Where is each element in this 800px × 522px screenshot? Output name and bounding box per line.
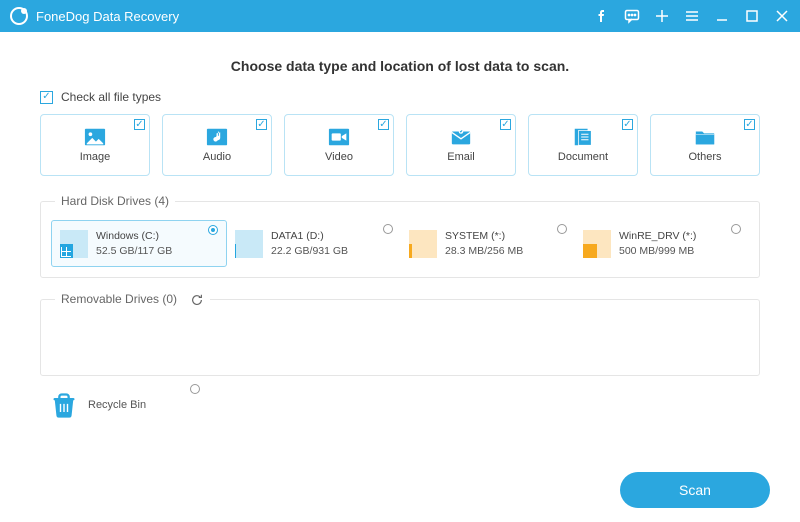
type-label-video: Video — [325, 151, 353, 163]
feedback-icon[interactable] — [624, 8, 640, 24]
drive-windows-c-[interactable]: Windows (C:)52.5 GB/117 GB — [51, 220, 227, 267]
type-card-image[interactable]: Image — [40, 114, 150, 176]
removable-empty — [51, 319, 749, 365]
type-card-audio[interactable]: Audio — [162, 114, 272, 176]
main-content: Choose data type and location of lost da… — [0, 32, 800, 420]
type-label-image: Image — [80, 151, 111, 163]
type-card-email[interactable]: Email — [406, 114, 516, 176]
drive-text: SYSTEM (*:)28.3 MB/256 MB — [445, 229, 523, 258]
recycle-radio[interactable] — [190, 384, 200, 394]
titlebar-controls — [594, 8, 790, 24]
type-checkbox-email[interactable] — [500, 119, 511, 130]
drive-text: DATA1 (D:)22.2 GB/931 GB — [271, 229, 348, 258]
removable-title: Removable Drives (0) — [61, 292, 177, 306]
type-label-email: Email — [447, 151, 475, 163]
type-label-document: Document — [558, 151, 608, 163]
disk-icon — [235, 230, 263, 258]
drive-radio[interactable] — [383, 224, 393, 234]
removable-section: Removable Drives (0) — [40, 292, 760, 376]
menu-icon[interactable] — [684, 8, 700, 24]
drive-text: WinRE_DRV (*:)500 MB/999 MB — [619, 229, 696, 258]
recycle-bin-option[interactable]: Recycle Bin — [50, 390, 200, 420]
check-all-checkbox[interactable] — [40, 91, 53, 104]
hdd-section: Hard Disk Drives (4) Windows (C:)52.5 GB… — [40, 194, 760, 278]
scan-button[interactable]: Scan — [620, 472, 770, 508]
check-all-row[interactable]: Check all file types — [40, 90, 760, 104]
refresh-icon[interactable] — [190, 293, 204, 307]
recycle-label: Recycle Bin — [88, 399, 146, 411]
disk-icon — [60, 230, 88, 258]
titlebar-left: FoneDog Data Recovery — [10, 7, 179, 25]
drive-text: Windows (C:)52.5 GB/117 GB — [96, 229, 172, 258]
drive-system-[interactable]: SYSTEM (*:)28.3 MB/256 MB — [401, 220, 575, 267]
app-logo-icon — [10, 7, 28, 25]
disk-icon — [583, 230, 611, 258]
type-checkbox-video[interactable] — [378, 119, 389, 130]
file-type-row: Image Audio Video Email Document Others — [40, 114, 760, 176]
type-checkbox-audio[interactable] — [256, 119, 267, 130]
type-checkbox-image[interactable] — [134, 119, 145, 130]
maximize-icon[interactable] — [744, 8, 760, 24]
drive-row: Windows (C:)52.5 GB/117 GB DATA1 (D:)22.2… — [51, 220, 749, 267]
drive-radio[interactable] — [208, 225, 218, 235]
type-checkbox-document[interactable] — [622, 119, 633, 130]
drive-data1-d-[interactable]: DATA1 (D:)22.2 GB/931 GB — [227, 220, 401, 267]
type-card-others[interactable]: Others — [650, 114, 760, 176]
drive-radio[interactable] — [557, 224, 567, 234]
facebook-icon[interactable] — [594, 8, 610, 24]
minimize-icon[interactable] — [714, 8, 730, 24]
check-all-label: Check all file types — [61, 90, 161, 104]
titlebar: FoneDog Data Recovery — [0, 0, 800, 32]
type-label-audio: Audio — [203, 151, 231, 163]
drive-winre-drv-[interactable]: WinRE_DRV (*:)500 MB/999 MB — [575, 220, 749, 267]
type-checkbox-others[interactable] — [744, 119, 755, 130]
plus-icon[interactable] — [654, 8, 670, 24]
page-heading: Choose data type and location of lost da… — [40, 58, 760, 74]
type-card-document[interactable]: Document — [528, 114, 638, 176]
type-card-video[interactable]: Video — [284, 114, 394, 176]
app-title: FoneDog Data Recovery — [36, 9, 179, 24]
drive-radio[interactable] — [731, 224, 741, 234]
type-label-others: Others — [688, 151, 721, 163]
disk-icon — [409, 230, 437, 258]
recycle-bin-icon — [50, 390, 78, 420]
footer: Scan — [620, 472, 770, 508]
close-icon[interactable] — [774, 8, 790, 24]
hdd-title: Hard Disk Drives (4) — [55, 194, 175, 208]
